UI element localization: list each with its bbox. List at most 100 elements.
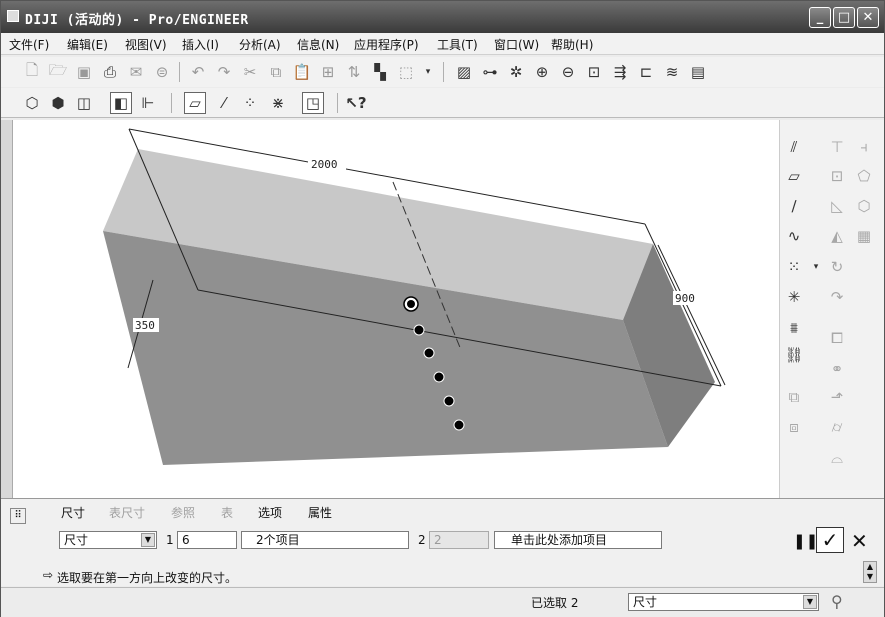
- menu-analysis[interactable]: 分析(A): [239, 36, 281, 53]
- menu-view[interactable]: 视图(V): [125, 36, 167, 53]
- cancel-button[interactable]: ✕: [851, 529, 868, 553]
- message-scrollbar[interactable]: ▲ ▼: [863, 561, 877, 583]
- menu-tools[interactable]: 工具(T): [437, 36, 478, 53]
- select-box-icon[interactable]: ⬚: [395, 61, 417, 83]
- trim-icon[interactable]: ⚭: [826, 358, 848, 380]
- selection-filter-select[interactable]: 尺寸 ▼: [628, 593, 819, 611]
- chevron-down-icon[interactable]: ▼: [141, 533, 155, 547]
- shell-icon[interactable]: ⊡: [826, 165, 848, 187]
- tab-tables[interactable]: 表: [221, 504, 233, 521]
- round-icon[interactable]: ◭: [826, 225, 848, 247]
- tab-dimensions[interactable]: 尺寸: [61, 504, 85, 521]
- datum-axis-icon[interactable]: ∕: [783, 195, 805, 217]
- extrude-icon[interactable]: ⊤: [826, 136, 848, 158]
- model-view[interactable]: 2000 900 350: [13, 120, 779, 498]
- chamfer-icon[interactable]: ▦: [853, 225, 875, 247]
- direction2-items-field[interactable]: 单击此处添加项目: [494, 531, 662, 549]
- coordinate-system-icon[interactable]: ⋇: [267, 92, 289, 114]
- dim-2000-text[interactable]: 2000: [311, 158, 338, 171]
- zoom-in-icon[interactable]: ⊕: [531, 61, 553, 83]
- view-manager-icon[interactable]: ▤: [687, 61, 709, 83]
- tab-table-dimensions[interactable]: 表尺寸: [109, 504, 145, 521]
- copy-feature-icon[interactable]: ⧉: [783, 386, 805, 408]
- send-link-icon[interactable]: ⊜: [151, 61, 173, 83]
- pattern-point[interactable]: [413, 324, 425, 336]
- undo-icon[interactable]: ↶: [187, 61, 209, 83]
- menu-file[interactable]: 文件(F): [9, 36, 49, 53]
- datum-csys-icon[interactable]: ✳: [783, 286, 805, 308]
- minimize-button[interactable]: _: [809, 7, 831, 28]
- chevron-down-icon[interactable]: ▼: [803, 595, 817, 609]
- chevron-down-icon[interactable]: ▾: [805, 256, 827, 278]
- wireframe-icon[interactable]: ⬡: [21, 92, 43, 114]
- regenerate-icon[interactable]: ⇅: [343, 61, 365, 83]
- pattern-type-select[interactable]: 尺寸 ▼: [59, 531, 157, 549]
- refit-icon[interactable]: ⊡: [583, 61, 605, 83]
- no-hidden-icon[interactable]: ◫: [73, 92, 95, 114]
- zoom-out-icon[interactable]: ⊖: [557, 61, 579, 83]
- tab-references[interactable]: 参照: [171, 504, 195, 521]
- pattern-point[interactable]: [443, 395, 455, 407]
- hole-icon[interactable]: ◺: [826, 195, 848, 217]
- analysis-feature-icon[interactable]: ⩩: [783, 317, 805, 339]
- send-mail-icon[interactable]: ✉: [125, 61, 147, 83]
- thicken-icon[interactable]: ⌭: [826, 416, 848, 438]
- menu-help[interactable]: 帮助(H): [551, 36, 593, 53]
- maximize-button[interactable]: □: [833, 7, 855, 28]
- solidify-icon[interactable]: ⌓: [826, 447, 848, 469]
- menu-info[interactable]: 信息(N): [297, 36, 339, 53]
- paste-special-icon[interactable]: ⊞: [317, 61, 339, 83]
- ok-button[interactable]: ✓: [816, 527, 844, 553]
- saved-views-icon[interactable]: ⊏: [635, 61, 657, 83]
- datum-axes-icon[interactable]: ⁄: [213, 92, 235, 114]
- new-icon[interactable]: 🗋: [21, 61, 43, 83]
- offset-icon[interactable]: ⬏: [826, 386, 848, 408]
- pattern-point[interactable]: [423, 347, 435, 359]
- orient-icon[interactable]: ✲: [505, 61, 527, 83]
- menu-edit[interactable]: 编辑(E): [67, 36, 108, 53]
- rib-icon[interactable]: ⬠: [853, 165, 875, 187]
- annotation-icon[interactable]: ◳: [302, 92, 324, 114]
- tab-properties[interactable]: 属性: [308, 504, 332, 521]
- pattern-icon[interactable]: ↻: [826, 256, 848, 278]
- tab-options[interactable]: 选项: [258, 504, 282, 521]
- move-feature-icon[interactable]: ⧈: [783, 416, 805, 438]
- chain-icon[interactable]: ⛓: [783, 344, 805, 366]
- datum-curve-icon[interactable]: ∿: [783, 225, 805, 247]
- paste-icon[interactable]: 📋: [291, 61, 313, 83]
- mirror-icon[interactable]: ↷: [826, 286, 848, 308]
- dim-900-text[interactable]: 900: [675, 292, 695, 305]
- save-icon[interactable]: ▣: [73, 61, 95, 83]
- pause-button[interactable]: ❚❚: [793, 532, 818, 550]
- revolve-icon[interactable]: ⫞: [853, 136, 875, 158]
- direction1-items-field[interactable]: 2个项目: [241, 531, 409, 549]
- reorient-icon[interactable]: ⇶: [609, 61, 631, 83]
- navigator-collapse-strip[interactable]: [1, 120, 13, 498]
- direction2-count-input[interactable]: 2: [429, 531, 489, 549]
- spin-center-icon[interactable]: ⊶: [479, 61, 501, 83]
- menu-window[interactable]: 窗口(W): [494, 36, 539, 53]
- open-icon[interactable]: 🗁: [47, 61, 69, 83]
- datum-point-icon[interactable]: ⁙: [783, 256, 805, 278]
- repaint-icon[interactable]: ▨: [453, 61, 475, 83]
- direction1-count-input[interactable]: 6: [177, 531, 237, 549]
- datum-plane-tool-icon[interactable]: ⫽: [783, 136, 805, 158]
- layers-icon[interactable]: ≋: [661, 61, 683, 83]
- graphics-window[interactable]: 2000 900 350: [13, 120, 779, 498]
- datum-planes-icon[interactable]: ▱: [184, 92, 206, 114]
- datum-points-icon[interactable]: ⁘: [239, 92, 261, 114]
- close-button[interactable]: ✕: [857, 7, 879, 28]
- model-tree-icon[interactable]: ⊩: [137, 92, 159, 114]
- sketch-plane-icon[interactable]: ▱: [783, 165, 805, 187]
- dashboard-grid-icon[interactable]: ⠿: [10, 508, 26, 524]
- pattern-point[interactable]: [433, 371, 445, 383]
- find-icon[interactable]: ▚: [369, 61, 391, 83]
- redo-icon[interactable]: ↷: [213, 61, 235, 83]
- context-help-icon[interactable]: ↖?: [345, 92, 367, 114]
- copy-icon[interactable]: ⧉: [265, 61, 287, 83]
- menu-insert[interactable]: 插入(I): [182, 36, 219, 53]
- filter-icon[interactable]: ⚲: [831, 592, 843, 611]
- dim-350-text[interactable]: 350: [135, 319, 155, 332]
- print-icon[interactable]: ⎙: [99, 61, 121, 83]
- shading-icon[interactable]: ◧: [110, 92, 132, 114]
